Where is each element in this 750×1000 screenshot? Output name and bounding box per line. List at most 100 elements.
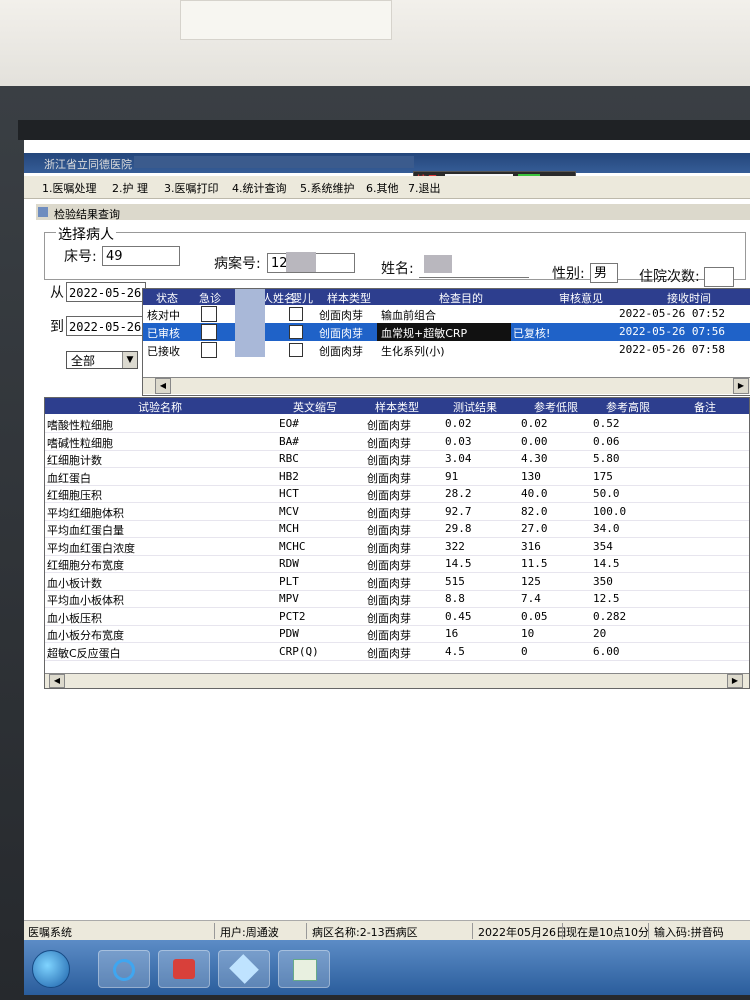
col-status[interactable]: 状态 bbox=[149, 290, 185, 306]
menu-exit[interactable]: 7.退出 bbox=[408, 180, 441, 196]
result-result: 4.5 bbox=[445, 644, 465, 658]
order-sample: 创面肉芽 bbox=[319, 345, 363, 358]
menu-bar: 1.医嘱处理 2.护 理 3.医嘱打印 4.统计查询 5.系统维护 6.其他 7… bbox=[24, 176, 750, 199]
patient-group-label: 选择病人 bbox=[56, 224, 116, 244]
result-row[interactable]: 红细胞分布宽度 RDW 创面肉芽 14.5 11.5 14.5 bbox=[45, 555, 749, 573]
scroll-left-icon[interactable]: ◀ bbox=[49, 674, 65, 688]
result-high: 6.00 bbox=[593, 644, 620, 658]
result-name: 血小板计数 bbox=[47, 576, 102, 590]
result-row[interactable]: 血小板压积 PCT2 创面肉芽 0.45 0.05 0.282 bbox=[45, 608, 749, 626]
clipboard-icon[interactable] bbox=[218, 950, 270, 988]
col-note[interactable]: 备注 bbox=[675, 399, 735, 415]
result-high: 350 bbox=[593, 574, 613, 588]
col-infant[interactable]: 婴儿 bbox=[289, 290, 315, 306]
infant-checkbox[interactable] bbox=[289, 343, 303, 357]
result-row[interactable]: 平均血红蛋白量 MCH 创面肉芽 29.8 27.0 34.0 bbox=[45, 520, 749, 538]
bed-input[interactable]: 49 bbox=[102, 246, 180, 266]
result-high: 34.0 bbox=[593, 522, 620, 535]
scope-select[interactable]: 全部 ▼ bbox=[66, 351, 138, 369]
result-row[interactable]: 超敏C反应蛋白 CRP(Q) 创面肉芽 4.5 0 6.00 bbox=[45, 643, 749, 661]
result-high: 354 bbox=[593, 539, 613, 553]
chevron-down-icon[interactable]: ▼ bbox=[122, 352, 137, 368]
result-row[interactable]: 血红蛋白 HB2 创面肉芽 91 130 175 bbox=[45, 468, 749, 486]
start-orb-icon[interactable] bbox=[32, 950, 70, 988]
result-low: 27.0 bbox=[521, 522, 548, 535]
infant-checkbox[interactable] bbox=[289, 325, 303, 339]
col-ref-low[interactable]: 参考低限 bbox=[521, 399, 591, 415]
ceiling-light bbox=[180, 0, 392, 40]
result-sample: 创面肉芽 bbox=[367, 419, 411, 432]
result-abbr: HCT bbox=[279, 487, 299, 500]
gender-input[interactable]: 男 bbox=[590, 263, 618, 283]
order-review: 已复核! bbox=[513, 327, 551, 340]
menu-other[interactable]: 6.其他 bbox=[366, 180, 399, 196]
col-abbr[interactable]: 英文缩写 bbox=[277, 399, 353, 415]
menu-orders[interactable]: 1.医嘱处理 bbox=[42, 180, 97, 196]
result-row[interactable]: 红细胞压积 HCT 创面肉芽 28.2 40.0 50.0 bbox=[45, 485, 749, 503]
scroll-right-icon[interactable]: ▶ bbox=[733, 378, 749, 394]
result-sample: 创面肉芽 bbox=[367, 454, 411, 467]
result-abbr: HB2 bbox=[279, 469, 299, 483]
menu-system[interactable]: 5.系统维护 bbox=[300, 180, 355, 196]
result-high: 20 bbox=[593, 627, 607, 640]
result-abbr: EO# bbox=[279, 417, 299, 430]
scroll-left-icon[interactable]: ◀ bbox=[155, 378, 171, 394]
col-result[interactable]: 测试结果 bbox=[435, 399, 515, 415]
result-low: 316 bbox=[521, 539, 541, 553]
emergency-checkbox[interactable] bbox=[201, 306, 217, 322]
redacted-block bbox=[286, 252, 316, 272]
col-review[interactable]: 审核意见 bbox=[547, 290, 615, 306]
infant-checkbox[interactable] bbox=[289, 307, 303, 321]
scroll-right-icon[interactable]: ▶ bbox=[727, 674, 743, 688]
col-test-name[interactable]: 试验名称 bbox=[105, 399, 215, 415]
result-high: 175 bbox=[593, 469, 613, 483]
col-sample[interactable]: 样本类型 bbox=[321, 290, 377, 306]
result-row[interactable]: 红细胞计数 RBC 创面肉芽 3.04 4.30 5.80 bbox=[45, 450, 749, 468]
col-receive-time[interactable]: 接收时间 bbox=[653, 290, 725, 306]
result-result: 0.03 bbox=[445, 434, 472, 448]
from-date-input[interactable]: 2022-05-26 bbox=[66, 282, 146, 302]
result-row[interactable]: 血小板计数 PLT 创面肉芽 515 125 350 bbox=[45, 573, 749, 591]
screen: 浙江省立同德医院 编号: 088075180 8 1.医嘱处理 2.护 理 3.… bbox=[24, 140, 750, 995]
col-ref-high[interactable]: 参考高限 bbox=[593, 399, 663, 415]
col-purpose[interactable]: 检查目的 bbox=[411, 290, 511, 306]
to-date-input[interactable]: 2022-05-26 bbox=[66, 316, 146, 336]
result-row[interactable]: 平均红细胞体积 MCV 创面肉芽 92.7 82.0 100.0 bbox=[45, 503, 749, 521]
from-label: 从 bbox=[50, 285, 64, 301]
menu-nursing[interactable]: 2.护 理 bbox=[112, 180, 148, 196]
result-name: 血红蛋白 bbox=[47, 471, 91, 485]
gender-label: 性别: bbox=[552, 266, 585, 282]
result-low: 7.4 bbox=[521, 592, 541, 605]
result-row[interactable]: 嗜酸性粒细胞 EO# 创面肉芽 0.02 0.02 0.52 bbox=[45, 415, 749, 433]
col-emergency[interactable]: 急诊 bbox=[195, 290, 225, 306]
result-row[interactable]: 嗜碱性粒细胞 BA# 创面肉芽 0.03 0.00 0.06 bbox=[45, 433, 749, 451]
record-label: 病案号: bbox=[214, 256, 261, 272]
app-icon[interactable] bbox=[158, 950, 210, 988]
result-abbr: PLT bbox=[279, 574, 299, 588]
results-h-scrollbar[interactable]: ◀ ▶ bbox=[45, 673, 749, 688]
orders-h-scrollbar[interactable]: ◀ ▶ bbox=[143, 377, 750, 394]
emergency-checkbox[interactable] bbox=[201, 324, 217, 340]
ie-icon[interactable] bbox=[98, 950, 150, 988]
result-low: 125 bbox=[521, 574, 541, 588]
result-result: 28.2 bbox=[445, 487, 472, 500]
status-system: 医嘱系统 bbox=[28, 926, 72, 939]
result-result: 16 bbox=[445, 627, 459, 640]
result-row[interactable]: 平均血红蛋白浓度 MCHC 创面肉芽 322 316 354 bbox=[45, 538, 749, 556]
window-icon[interactable] bbox=[278, 950, 330, 988]
result-row[interactable]: 平均血小板体积 MPV 创面肉芽 8.8 7.4 12.5 bbox=[45, 590, 749, 608]
visits-input[interactable] bbox=[704, 267, 734, 287]
result-name: 血小板压积 bbox=[47, 611, 102, 625]
result-name: 嗜酸性粒细胞 bbox=[47, 419, 113, 432]
result-sample: 创面肉芽 bbox=[367, 471, 411, 485]
emergency-checkbox[interactable] bbox=[201, 342, 217, 358]
subwindow-titlebar: 检验结果查询 bbox=[36, 204, 750, 221]
result-row[interactable]: 血小板分布宽度 PDW 创面肉芽 16 10 20 bbox=[45, 625, 749, 643]
menu-print[interactable]: 3.医嘱打印 bbox=[164, 180, 219, 196]
result-low: 82.0 bbox=[521, 504, 548, 518]
result-name: 红细胞压积 bbox=[47, 489, 102, 502]
result-result: 322 bbox=[445, 539, 465, 553]
menu-stats[interactable]: 4.统计查询 bbox=[232, 180, 287, 196]
col-sample-type[interactable]: 样本类型 bbox=[359, 399, 435, 415]
result-high: 0.282 bbox=[593, 609, 627, 623]
